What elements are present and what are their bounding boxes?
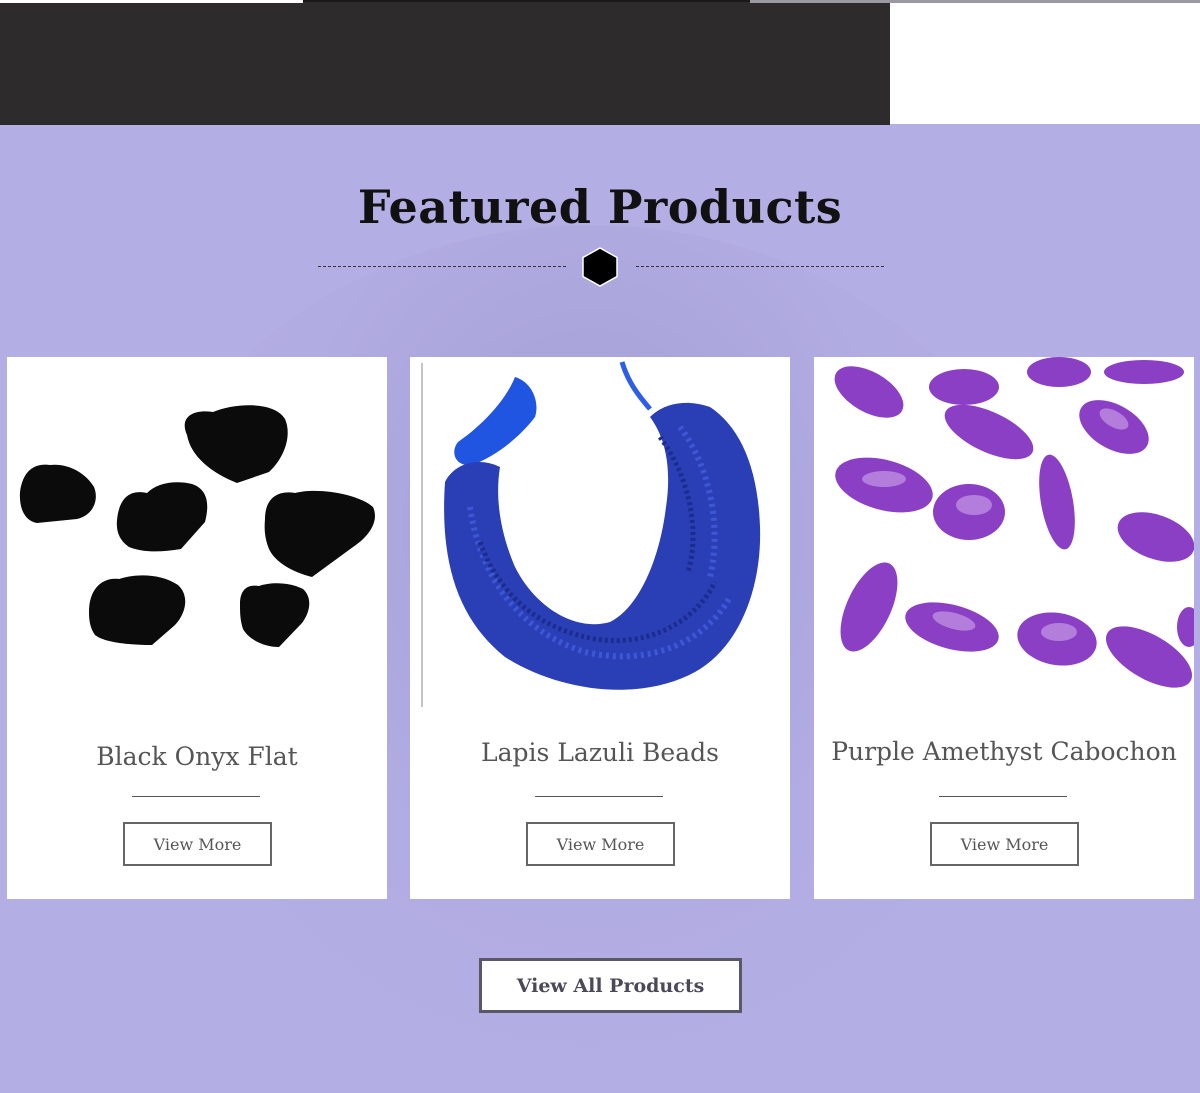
hexagon-icon <box>582 247 618 287</box>
top-banner-edge <box>303 0 753 2</box>
top-banner-edge <box>750 0 1200 3</box>
product-name[interactable]: Purple Amethyst Cabochon <box>814 737 1194 766</box>
product-card[interactable]: Black Onyx Flat View More <box>7 357 387 899</box>
view-more-button[interactable]: View More <box>930 822 1079 866</box>
featured-products-section: Featured Products Black Onyx Flat View M… <box>0 125 1200 1093</box>
divider-line-right <box>636 266 884 267</box>
top-banner-edge <box>0 0 303 3</box>
product-card[interactable]: Purple Amethyst Cabochon View More <box>814 357 1194 899</box>
product-card[interactable]: Lapis Lazuli Beads View More <box>410 357 790 899</box>
product-divider <box>939 796 1067 797</box>
product-image-lapis-lazuli[interactable] <box>410 357 790 712</box>
view-more-button[interactable]: View More <box>526 822 675 866</box>
top-banner-dark <box>0 0 890 125</box>
product-divider <box>132 796 260 797</box>
product-name[interactable]: Black Onyx Flat <box>7 742 387 771</box>
product-divider <box>535 796 663 797</box>
divider-line-left <box>318 266 566 267</box>
product-image-purple-amethyst[interactable] <box>814 357 1194 712</box>
view-all-products-button[interactable]: View All Products <box>479 958 742 1013</box>
view-more-button[interactable]: View More <box>123 822 272 866</box>
top-banner-light <box>750 0 1200 124</box>
section-title: Featured Products <box>357 180 843 234</box>
product-name[interactable]: Lapis Lazuli Beads <box>410 738 790 767</box>
product-image-black-onyx[interactable] <box>7 357 387 712</box>
